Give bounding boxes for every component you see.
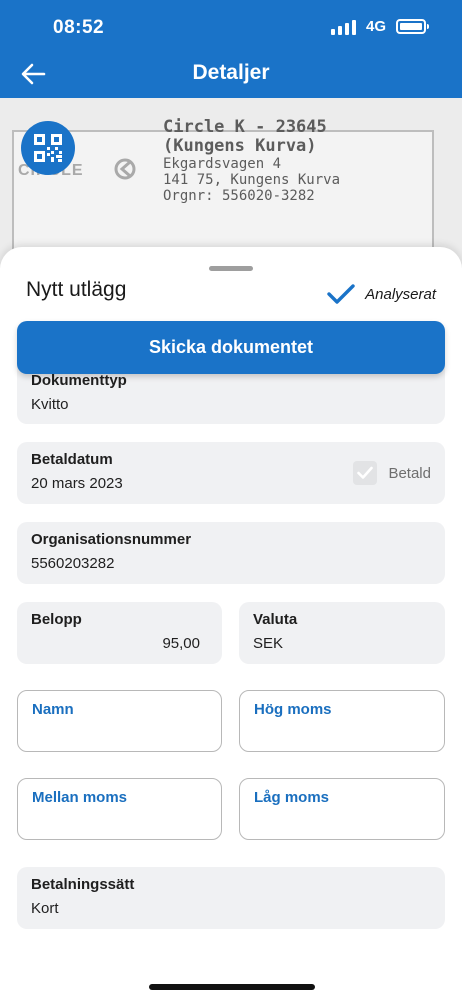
payment-method-value: Kort [31,900,59,917]
paid-checkbox[interactable] [353,461,378,485]
amount-value: 95,00 [162,635,200,652]
sheet-drag-handle[interactable] [209,266,253,271]
amount-field[interactable]: Belopp 95,00 [17,602,222,664]
analyzed-label: Analyserat [365,285,436,303]
low-vat-input[interactable]: Låg moms [239,778,445,840]
qr-code-button[interactable] [21,121,75,175]
high-vat-label: Hög moms [254,701,332,718]
payment-date-label: Betaldatum [31,451,113,468]
analyzed-status: Analyserat [327,283,436,305]
payment-method-label: Betalningssätt [31,876,135,893]
qr-code-icon [34,134,62,162]
receipt-text: Circle K - 23645 (Kungens Kurva) Ekgards… [163,117,341,205]
app-header: 08:52 4G Detaljer [0,0,462,98]
paid-label: Betald [388,464,431,482]
high-vat-input[interactable]: Hög moms [239,690,445,752]
battery-icon [396,19,429,34]
currency-label: Valuta [253,611,298,628]
receipt-image: CIRCLE Circle K - 23645 (Kungens Kurva) … [0,98,462,268]
signal-icon [330,19,356,35]
payment-date-field[interactable]: Betaldatum 20 mars 2023 Betald [17,442,445,504]
checkmark-icon [357,466,374,479]
status-time: 08:52 [53,17,105,38]
checkmark-icon [327,284,355,304]
status-indicators: 4G [330,18,429,35]
org-number-value: 5560203282 [31,555,115,572]
sheet-title: Nytt utlägg [26,278,127,301]
currency-field[interactable]: Valuta SEK [239,602,445,664]
document-type-value: Kvitto [31,396,69,413]
payment-method-field[interactable]: Betalningssätt Kort [17,867,445,929]
medium-vat-input[interactable]: Mellan moms [17,778,222,840]
name-label: Namn [32,701,74,718]
org-number-label: Organisationsnummer [31,531,192,548]
org-number-field[interactable]: Organisationsnummer 5560203282 [17,522,445,584]
paid-toggle[interactable]: Betald [353,461,431,485]
page-title: Detaljer [192,61,270,84]
medium-vat-label: Mellan moms [32,789,128,806]
currency-value: SEK [253,635,284,652]
amount-label: Belopp [31,611,82,628]
document-type-label: Dokumenttyp [31,372,127,389]
name-input[interactable]: Namn [17,690,222,752]
network-type: 4G [365,18,386,35]
send-document-button[interactable]: Skicka dokumentet [17,321,445,374]
home-indicator[interactable] [149,984,315,990]
low-vat-label: Låg moms [254,789,330,806]
payment-date-value: 20 mars 2023 [31,475,123,492]
